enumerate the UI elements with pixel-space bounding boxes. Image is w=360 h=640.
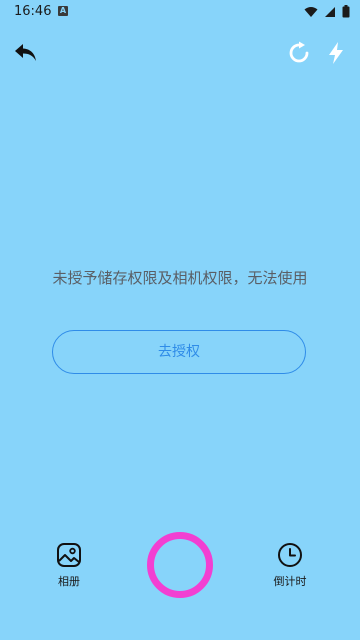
accessibility-indicator-icon: A [58, 6, 68, 16]
shutter-button[interactable] [147, 532, 213, 598]
rotate-camera-icon[interactable] [286, 40, 312, 66]
authorize-button[interactable]: 去授权 [52, 330, 306, 374]
gallery-icon [57, 543, 81, 567]
status-bar: 16:46 A [0, 0, 360, 24]
status-time: 16:46 [14, 4, 52, 19]
flash-icon[interactable] [323, 40, 349, 66]
battery-icon [342, 5, 350, 18]
back-icon[interactable] [13, 40, 39, 66]
permission-message: 未授予储存权限及相机权限，无法使用 [52, 269, 308, 287]
timer-icon [278, 543, 302, 567]
wifi-icon [304, 6, 318, 17]
album-button[interactable]: 相册 [39, 542, 99, 589]
status-icons [304, 5, 350, 18]
timer-label: 倒计时 [273, 575, 307, 588]
album-label: 相册 [58, 575, 80, 588]
timer-button[interactable]: 倒计时 [260, 542, 320, 589]
signal-icon [325, 6, 335, 17]
